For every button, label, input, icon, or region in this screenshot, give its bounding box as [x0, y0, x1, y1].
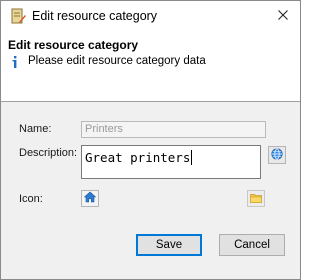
description-field[interactable]: Great printers	[81, 145, 261, 179]
save-button[interactable]: Save	[136, 234, 202, 256]
icon-label: Icon:	[19, 193, 43, 205]
description-label: Description:	[19, 147, 78, 159]
browse-icon-button[interactable]	[247, 190, 265, 207]
description-text: Great printers	[85, 150, 191, 165]
name-field[interactable]: Printers	[81, 121, 266, 138]
info-icon	[11, 56, 19, 68]
edit-document-icon	[10, 8, 26, 24]
name-label: Name:	[19, 123, 52, 135]
dialog-header: Edit resource category Please edit resou…	[1, 32, 300, 102]
text-caret	[191, 150, 193, 165]
window-title: Edit resource category	[32, 9, 158, 23]
header-subtitle: Please edit resource category data	[28, 55, 206, 67]
close-icon	[278, 9, 288, 23]
icon-picker-button[interactable]	[81, 190, 99, 207]
header-heading: Edit resource category	[8, 38, 139, 52]
title-bar[interactable]: Edit resource category	[1, 1, 300, 32]
translate-button[interactable]	[268, 146, 286, 164]
cancel-button[interactable]: Cancel	[219, 234, 285, 256]
globe-icon	[271, 147, 283, 163]
folder-icon	[250, 192, 262, 206]
home-icon	[83, 191, 97, 206]
edit-resource-category-dialog: Edit resource category Edit resource cat…	[0, 0, 301, 280]
close-button[interactable]	[272, 5, 294, 27]
